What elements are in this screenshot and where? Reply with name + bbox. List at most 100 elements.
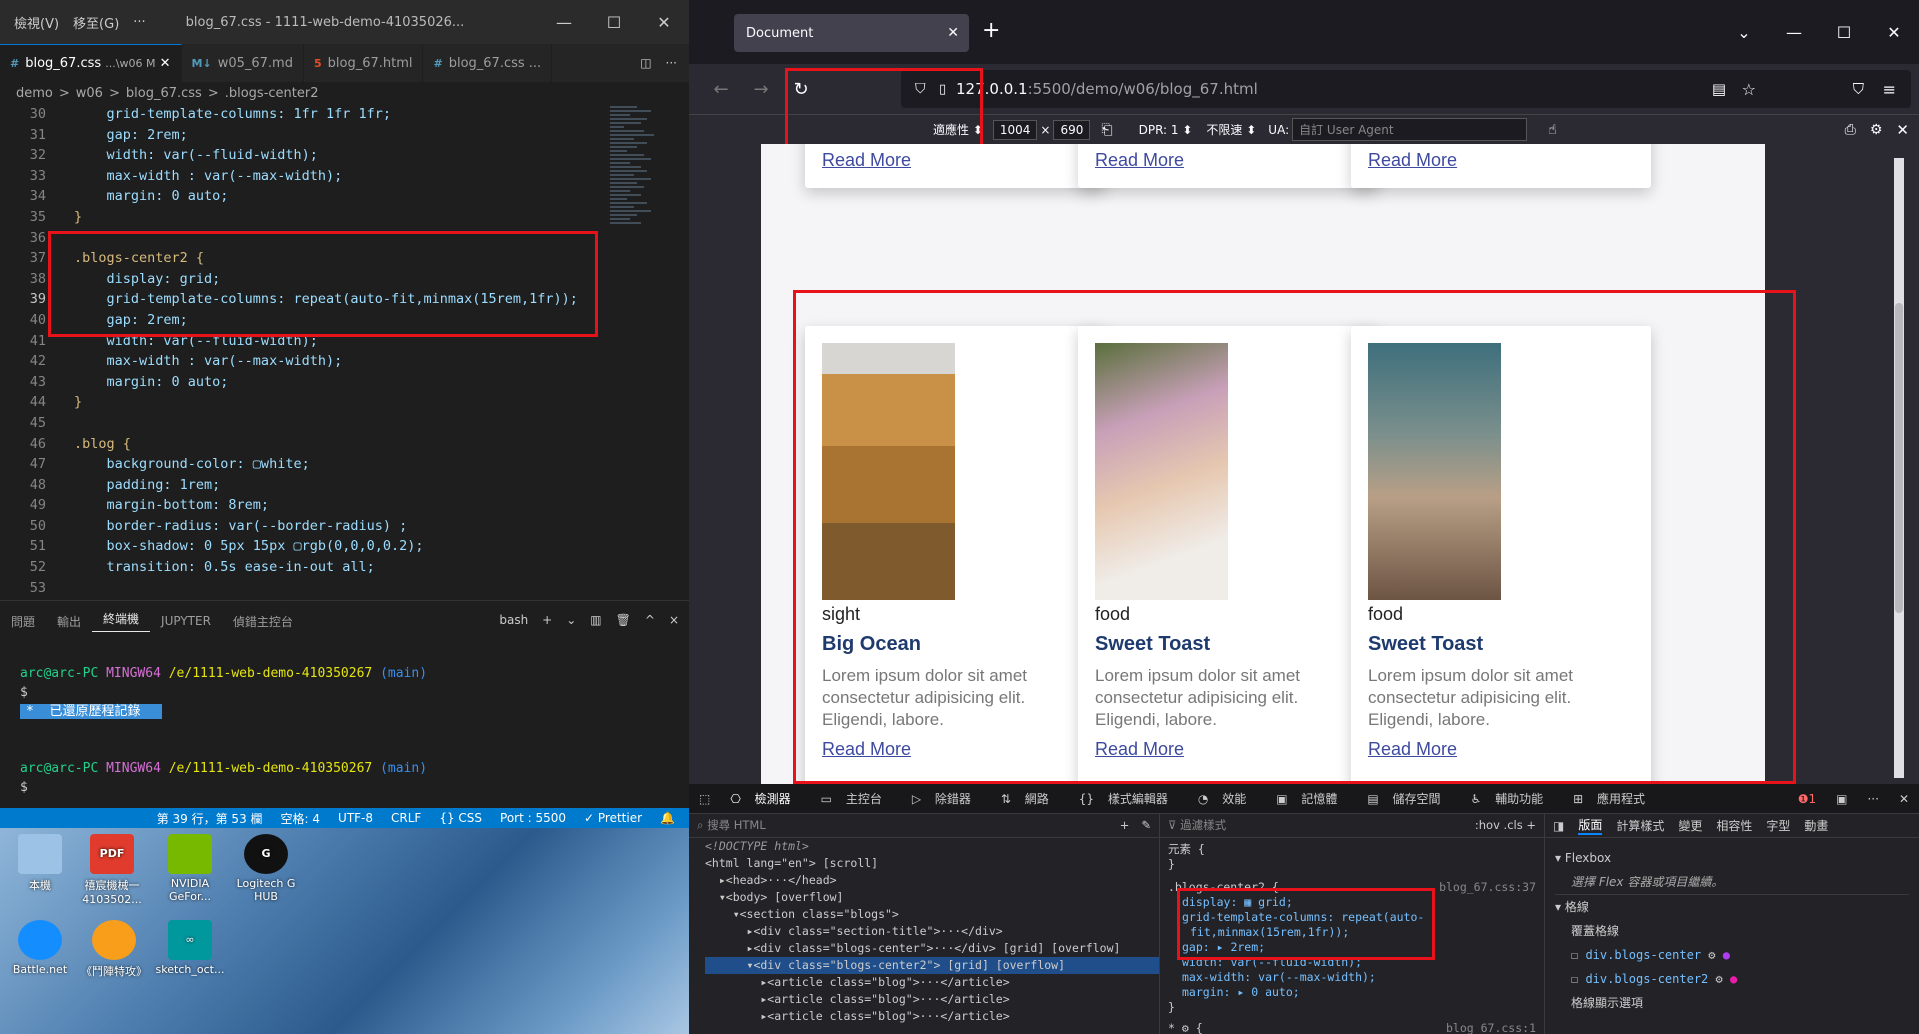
- crumb-symbol[interactable]: .blogs-center2: [225, 86, 319, 101]
- split-editor-icon[interactable]: ◫: [640, 56, 651, 70]
- close-rdm-icon[interactable]: ✕: [1896, 121, 1909, 139]
- code-line[interactable]: 53: [0, 578, 600, 599]
- minimize-icon[interactable]: —: [539, 13, 589, 32]
- tab-blog-html[interactable]: 5 blog_67.html: [304, 44, 424, 82]
- status-language[interactable]: {} CSS: [439, 811, 482, 825]
- code-line[interactable]: 34 margin: 0 auto;: [0, 186, 600, 207]
- list-tabs-icon[interactable]: ⌄: [1719, 23, 1769, 42]
- code-line[interactable]: 45: [0, 413, 600, 434]
- more-icon[interactable]: ···: [1857, 792, 1888, 806]
- add-terminal-icon[interactable]: +: [542, 613, 552, 627]
- element-picker-icon[interactable]: ⬚: [689, 792, 720, 806]
- page-scrollbar[interactable]: [1894, 158, 1904, 778]
- dock-icon[interactable]: ▣: [1826, 792, 1857, 806]
- grid-overlay-item[interactable]: ☐ div.blogs-center ⚙ ●: [1555, 943, 1909, 967]
- tab-blog-css[interactable]: # blog_67.css ...\w06 M ✕: [0, 44, 182, 82]
- desktop-icon-overwatch[interactable]: 《鬥陣特攻》: [74, 920, 154, 979]
- styles-filter-input[interactable]: 過濾樣式: [1180, 818, 1226, 833]
- browser-tab[interactable]: Document ✕: [734, 14, 969, 52]
- code-line[interactable]: 30 grid-template-columns: 1fr 1fr 1fr;: [0, 104, 600, 125]
- url-bar[interactable]: ⛉ ▯ 127.0.0.1:5500/demo/w06/blog_67.html…: [901, 70, 1911, 108]
- status-prettier[interactable]: ✓ Prettier: [584, 811, 642, 825]
- maximize-panel-icon[interactable]: ^: [645, 613, 655, 627]
- crumb-w06[interactable]: w06: [76, 86, 103, 101]
- desktop-icon-nvidia[interactable]: NVIDIA GeFor...: [150, 834, 230, 903]
- minimize-icon[interactable]: —: [1769, 23, 1819, 42]
- back-icon[interactable]: ←: [701, 79, 741, 100]
- sidebar-toggle-icon[interactable]: ◨: [1553, 819, 1564, 833]
- html-node[interactable]: ▸<head>···</head>: [705, 872, 1159, 889]
- html-node[interactable]: <!DOCTYPE html>: [705, 838, 1159, 855]
- tab-inspector[interactable]: ⎔ 檢測器: [720, 790, 810, 807]
- flexbox-section[interactable]: ▾ Flexbox: [1555, 846, 1909, 870]
- code-line[interactable]: 33 max-width : var(--max-width);: [0, 166, 600, 187]
- split-terminal-icon[interactable]: ▥: [590, 613, 601, 627]
- tab-network[interactable]: ⇅ 網路: [991, 790, 1069, 807]
- html-node-selected[interactable]: ▾<div class="blogs-center2"> [grid] [ove…: [705, 957, 1159, 974]
- error-count-badge[interactable]: ❶1: [1788, 792, 1826, 806]
- star-icon[interactable]: ☆: [1742, 80, 1756, 99]
- read-more-link[interactable]: Read More: [822, 150, 1105, 171]
- code-editor[interactable]: 30 grid-template-columns: 1fr 1fr 1fr; 31…: [0, 104, 600, 600]
- desktop-icon-logitech[interactable]: G Logitech G HUB: [226, 834, 306, 903]
- html-search-input[interactable]: 搜尋 HTML: [707, 817, 766, 834]
- user-agent-input[interactable]: 自訂 User Agent: [1292, 118, 1528, 141]
- crumb-file[interactable]: blog_67.css: [126, 86, 202, 101]
- code-line[interactable]: 47 background-color: ▢white;: [0, 454, 600, 475]
- rule-decl[interactable]: max-width: var(--max-width);: [1168, 970, 1536, 985]
- tab-animations[interactable]: 動畫: [1804, 817, 1828, 834]
- element-rule[interactable]: 元素 {: [1168, 842, 1536, 857]
- code-line[interactable]: 48 padding: 1rem;: [0, 475, 600, 496]
- tab-jupyter[interactable]: JUPYTER: [150, 614, 222, 628]
- grid-display-options[interactable]: 格線顯示選項: [1555, 991, 1909, 1015]
- rotate-icon[interactable]: ⎗: [1101, 122, 1112, 138]
- minimap[interactable]: [610, 104, 678, 294]
- tab-fonts[interactable]: 字型: [1766, 817, 1790, 834]
- rule-source-link[interactable]: blog_67.css:37: [1439, 880, 1536, 895]
- read-more-link[interactable]: Read More: [1095, 150, 1378, 171]
- tab-application[interactable]: ⊞ 應用程式: [1563, 790, 1665, 807]
- tab-debugger[interactable]: ▷ 除錯器: [902, 790, 991, 807]
- close-tab-icon[interactable]: ✕: [947, 25, 959, 41]
- trash-icon[interactable]: 🗑: [616, 613, 631, 627]
- code-line[interactable]: 52 transition: 0.5s ease-in-out all;: [0, 557, 600, 578]
- grid-overlay-item[interactable]: ☐ div.blogs-center2 ⚙ ●: [1555, 967, 1909, 991]
- grid-color-swatch[interactable]: ●: [1723, 948, 1730, 962]
- tab-problems[interactable]: 問題: [0, 613, 46, 630]
- code-line[interactable]: 31 gap: 2rem;: [0, 125, 600, 146]
- html-node[interactable]: ▸<article class="blog">···</article>: [705, 1008, 1159, 1025]
- touch-icon[interactable]: ☝: [1548, 122, 1557, 138]
- code-line[interactable]: 32 width: var(--fluid-width);: [0, 145, 600, 166]
- scrollbar-thumb[interactable]: [1895, 303, 1903, 613]
- screenshot-icon[interactable]: ⎙: [1845, 122, 1856, 138]
- terminal-output[interactable]: arc@arc-PC MINGW64 /e/1111-web-demo-4103…: [0, 664, 689, 797]
- menu-view[interactable]: 檢視(V): [14, 13, 59, 32]
- more-actions-icon[interactable]: ···: [666, 56, 677, 70]
- close-panel-icon[interactable]: ×: [669, 613, 679, 627]
- maximize-icon[interactable]: ☐: [589, 13, 639, 32]
- code-line[interactable]: 35}: [0, 207, 600, 228]
- pocket-icon[interactable]: ⛉: [1853, 80, 1864, 98]
- tab-storage[interactable]: ▤ 儲存空間: [1357, 790, 1460, 807]
- grid-color-swatch[interactable]: ●: [1730, 972, 1737, 986]
- tab-performance[interactable]: ◔ 效能: [1188, 790, 1266, 807]
- code-line[interactable]: 49 margin-bottom: 8rem;: [0, 495, 600, 516]
- html-node[interactable]: <html lang="en"> [scroll]: [705, 855, 1159, 872]
- reader-view-icon[interactable]: ▤: [1712, 80, 1726, 98]
- menu-more[interactable]: ···: [133, 15, 145, 30]
- html-node[interactable]: ▸<div class="section-title">···</div>: [705, 923, 1159, 940]
- tab-compatibility[interactable]: 相容性: [1716, 817, 1752, 834]
- tab-computed[interactable]: 計算樣式: [1616, 817, 1664, 834]
- html-node[interactable]: ▾<section class="blogs">: [705, 906, 1159, 923]
- html-node[interactable]: ▸<div class="blogs-center">···</div> [gr…: [705, 940, 1159, 957]
- eyedropper-icon[interactable]: ✎: [1141, 817, 1151, 834]
- status-position[interactable]: 第 39 行，第 53 欄: [157, 810, 263, 827]
- menu-goto[interactable]: 移至(G): [73, 13, 119, 32]
- code-line[interactable]: 43 margin: 0 auto;: [0, 372, 600, 393]
- status-eol[interactable]: CRLF: [391, 811, 421, 825]
- chevron-down-icon[interactable]: ⌄: [566, 613, 576, 627]
- code-line[interactable]: 46 .blog {: [0, 434, 600, 455]
- menu-icon[interactable]: ≡: [1883, 80, 1896, 99]
- status-port[interactable]: Port : 5500: [500, 811, 566, 825]
- markup-view[interactable]: ⌕ 搜尋 HTML + ✎ <!DOCTYPE html> <html lang…: [689, 814, 1159, 1034]
